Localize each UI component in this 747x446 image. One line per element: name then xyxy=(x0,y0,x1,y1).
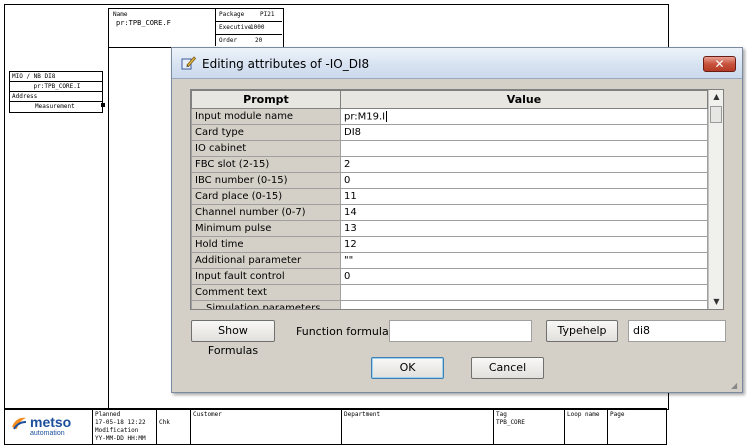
table-row[interactable]: IBC number (0-15) 0 xyxy=(191,172,708,189)
table-row[interactable]: Card place (0-15) 11 xyxy=(191,188,708,205)
table-row[interactable]: FBC slot (2-15) 2 xyxy=(191,156,708,173)
header-executive-value: 1000 xyxy=(250,24,265,31)
prompt-cell: Card type xyxy=(191,124,341,141)
header-name-label: Name xyxy=(113,11,128,18)
page-cell: Page xyxy=(608,409,666,444)
value-cell[interactable] xyxy=(340,300,708,309)
page-label: Page xyxy=(610,411,625,418)
prompt-cell: Hold time xyxy=(191,236,341,253)
resize-grip-icon[interactable]: ◢ xyxy=(731,381,740,390)
drawing-vertical-line xyxy=(108,45,109,408)
logo-text: metso xyxy=(30,414,72,430)
value-column-header[interactable]: Value xyxy=(340,90,708,109)
value-cell[interactable]: 2 xyxy=(340,156,708,173)
value-cell[interactable]: 12 xyxy=(340,236,708,253)
prompt-cell: Comment text xyxy=(191,284,341,301)
attributes-grid: Prompt Value Input module name pr:M19.I Ca… xyxy=(190,89,724,310)
modified-label: Modification xyxy=(95,427,139,434)
prompt-cell: Simulation parameters xyxy=(191,300,341,309)
value-cell[interactable]: 0 xyxy=(340,172,708,189)
prompt-column-header[interactable]: Prompt xyxy=(191,90,341,109)
function-formula-label: Function formula: xyxy=(296,325,393,338)
function-formula-input[interactable] xyxy=(389,320,532,342)
header-order-label: Order xyxy=(219,37,238,44)
prompt-cell: Input module name xyxy=(191,108,341,125)
loop-label: Loop name xyxy=(567,411,600,418)
chk-cell: Chk xyxy=(157,409,191,444)
value-cell[interactable]: 11 xyxy=(340,188,708,205)
edit-attributes-dialog: Editing attributes of -IO_DI8 ✕ Prompt V… xyxy=(171,47,743,393)
scroll-thumb[interactable] xyxy=(710,106,722,123)
attributes-table: Prompt Value Input module name pr:M19.I Ca… xyxy=(191,90,708,309)
logo-subtext: automation xyxy=(30,430,65,437)
value-cell[interactable]: pr:M19.I xyxy=(340,108,708,125)
table-row[interactable]: Additional parameter "" xyxy=(191,252,708,269)
modified-value: YY-MM-DD HH:MM xyxy=(95,435,146,442)
department-cell: Department xyxy=(342,409,494,444)
scroll-down-icon[interactable]: ▼ xyxy=(709,295,723,309)
table-row[interactable]: IO cabinet xyxy=(191,140,708,157)
io-symbol-row: pr:TPB_CORE.I xyxy=(10,82,102,92)
close-button[interactable]: ✕ xyxy=(703,56,736,72)
text-caret xyxy=(386,110,388,122)
io-symbol-row: MIO / NB DI8 xyxy=(10,72,102,82)
table-row[interactable]: Simulation parameters xyxy=(191,300,708,309)
tag-cell: Tag TPB_CORE xyxy=(494,409,565,444)
header-executive-label: Executive xyxy=(219,24,252,31)
tag-value: TPB_CORE xyxy=(496,419,525,426)
io-symbol-row: Address xyxy=(10,92,102,102)
io-connection-point xyxy=(101,103,105,107)
value-cell[interactable]: 13 xyxy=(340,220,708,237)
metso-logo-icon xyxy=(11,415,27,431)
tag-label: Tag xyxy=(496,411,507,418)
chk-label: Chk xyxy=(159,419,170,426)
planned-cell: Planned 17-05-18 12:22 Modification YY-M… xyxy=(93,409,157,444)
table-row[interactable]: Comment text xyxy=(191,284,708,301)
customer-cell: Customer xyxy=(191,409,342,444)
value-cell[interactable]: 0 xyxy=(340,268,708,285)
cancel-button[interactable]: Cancel xyxy=(471,357,544,379)
prompt-cell: Channel number (0-7) xyxy=(191,204,341,221)
prompt-cell: Minimum pulse xyxy=(191,220,341,237)
loop-cell: Loop name xyxy=(565,409,608,444)
typehelp-field[interactable]: di8 xyxy=(628,320,726,342)
scroll-up-icon[interactable]: ▲ xyxy=(709,90,723,104)
grid-vertical-scrollbar[interactable]: ▲ ▼ xyxy=(708,90,723,309)
prompt-cell: Additional parameter xyxy=(191,252,341,269)
value-cell[interactable]: "" xyxy=(340,252,708,269)
show-formulas-button[interactable]: Show Formulas xyxy=(191,320,275,357)
logo-cell: metso automation xyxy=(5,409,93,444)
table-row[interactable]: Minimum pulse 13 xyxy=(191,220,708,237)
ok-button[interactable]: OK xyxy=(371,357,444,379)
customer-label: Customer xyxy=(193,411,222,418)
planned-value: 17-05-18 12:22 xyxy=(95,419,146,426)
table-row[interactable]: Hold time 12 xyxy=(191,236,708,253)
title-block: metso automation Planned 17-05-18 12:22 … xyxy=(4,408,667,445)
header-package-value: PI21 xyxy=(260,11,275,18)
app-pencil-icon xyxy=(181,55,197,70)
prompt-cell: IBC number (0-15) xyxy=(191,172,341,189)
value-cell[interactable] xyxy=(340,284,708,301)
table-row[interactable]: Card type DI8 xyxy=(191,124,708,141)
value-cell[interactable] xyxy=(340,140,708,157)
table-row[interactable]: Channel number (0-7) 14 xyxy=(191,204,708,221)
dialog-titlebar[interactable]: Editing attributes of -IO_DI8 ✕ xyxy=(172,48,742,79)
header-package-label: Package xyxy=(219,11,245,18)
header-order-value: 20 xyxy=(255,37,263,44)
io-symbol: MIO / NB DI8 pr:TPB_CORE.I Address Measu… xyxy=(9,71,103,113)
department-label: Department xyxy=(344,411,381,418)
typehelp-button[interactable]: Typehelp xyxy=(546,320,618,342)
value-cell[interactable]: 14 xyxy=(340,204,708,221)
prompt-cell: FBC slot (2-15) xyxy=(191,156,341,173)
value-cell[interactable]: DI8 xyxy=(340,124,708,141)
dialog-title: Editing attributes of -IO_DI8 xyxy=(202,57,370,71)
table-row[interactable]: Input module name pr:M19.I xyxy=(191,108,708,125)
prompt-cell: IO cabinet xyxy=(191,140,341,157)
prompt-cell: Input fault control xyxy=(191,268,341,285)
prompt-cell: Card place (0-15) xyxy=(191,188,341,205)
table-row[interactable]: Input fault control 0 xyxy=(191,268,708,285)
header-name-value: pr:TPB_CORE.F xyxy=(116,19,171,27)
io-symbol-row: Measurement xyxy=(35,103,75,110)
planned-label: Planned xyxy=(95,411,121,418)
